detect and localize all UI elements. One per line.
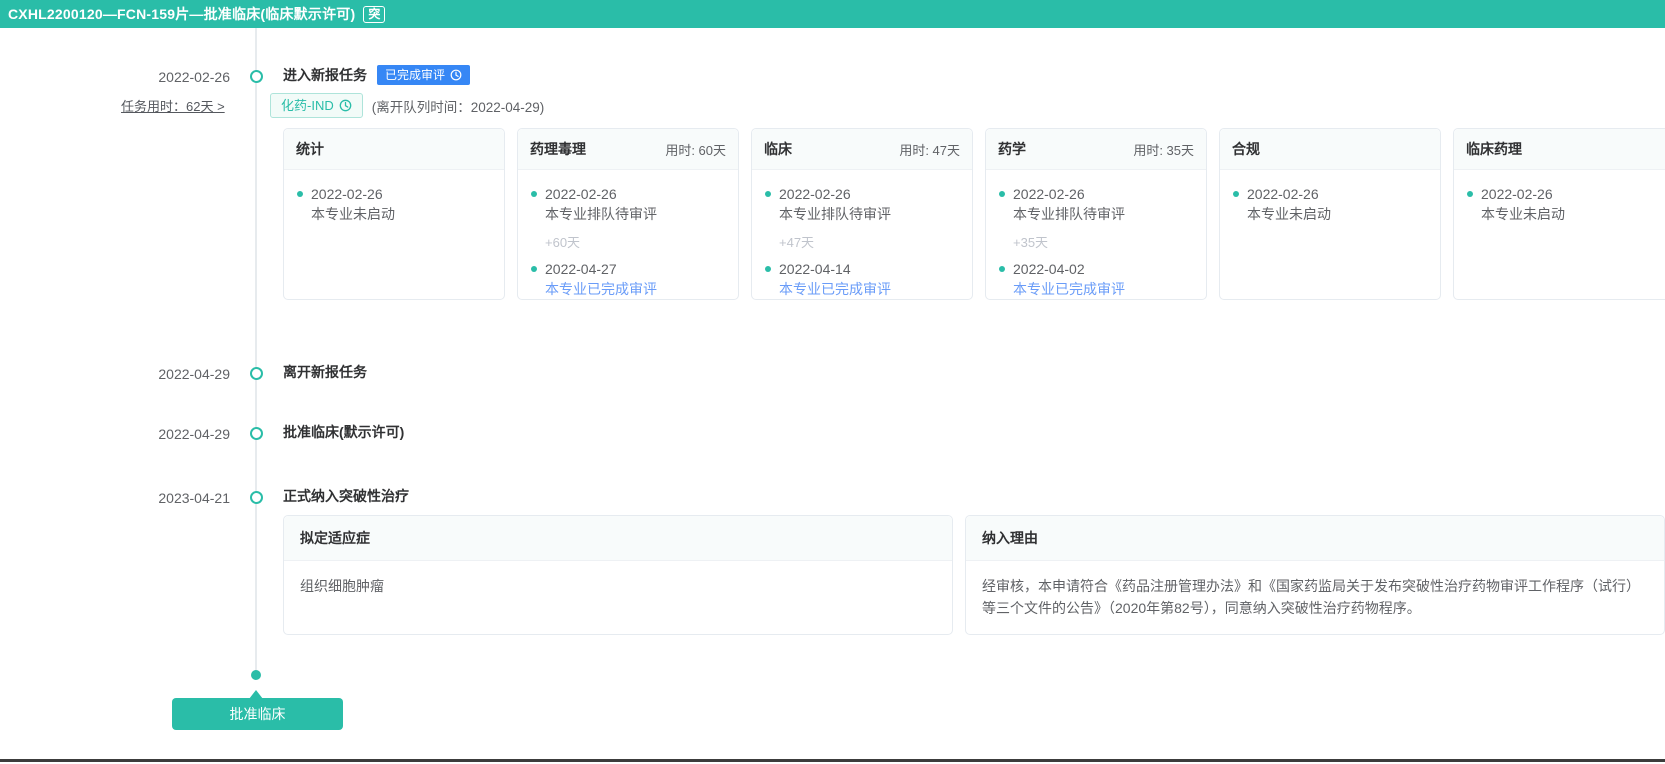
elapsed-days-label: +60天	[530, 232, 726, 251]
entry-status: 本专业未启动	[1481, 204, 1662, 224]
review-card-title: 临床药理	[1466, 139, 1522, 159]
page-bottom-divider	[0, 759, 1665, 762]
indication-card-title: 拟定适应症	[284, 516, 952, 561]
entry-status: 本专业未启动	[1247, 204, 1428, 224]
breakthrough-detail-row: 拟定适应症 组织细胞肿瘤 纳入理由 经审核，本申请符合《药品注册管理办法》和《国…	[283, 515, 1665, 635]
elapsed-days-label: +47天	[764, 232, 960, 251]
entry-date: 2022-02-26	[1247, 186, 1319, 202]
review-card-duration: 用时: 35天	[1133, 140, 1194, 159]
review-card-title: 药理毒理	[530, 139, 586, 159]
approve-clinical-button[interactable]: 批准临床	[172, 698, 343, 730]
bullet-dot-icon	[531, 266, 537, 272]
bullet-dot-icon	[999, 191, 1005, 197]
review-card-duration: 用时: 60天	[665, 140, 726, 159]
review-entry: 2022-04-02 本专业已完成审评	[998, 259, 1194, 299]
timeline-node	[250, 491, 263, 504]
task-duration-link[interactable]: 任务用时：62天 >	[121, 96, 225, 115]
entry-status-link[interactable]: 本专业已完成审评	[545, 279, 726, 299]
entry-status-link[interactable]: 本专业已完成审评	[1013, 279, 1194, 299]
bullet-dot-icon	[765, 266, 771, 272]
entry-status-link[interactable]: 本专业已完成审评	[779, 279, 960, 299]
event-date: 2022-04-29	[100, 365, 230, 383]
chem-ind-badge-label: 化药-IND	[281, 99, 334, 112]
timeline-end-dot	[251, 670, 261, 680]
review-card-title: 统计	[296, 139, 324, 159]
entry-date: 2022-04-02	[1013, 261, 1085, 277]
entry-status: 本专业未启动	[311, 204, 492, 224]
breakthrough-tag: 突	[363, 6, 385, 23]
indication-card-content: 组织细胞肿瘤	[284, 561, 952, 611]
inclusion-reason-card: 纳入理由 经审核，本申请符合《药品注册管理办法》和《国家药监局关于发布突破性治疗…	[965, 515, 1665, 635]
entry-date: 2022-02-26	[1481, 186, 1553, 202]
title-bar: CXHL2200120—FCN-159片—批准临床(临床默示许可) 突	[0, 0, 1665, 28]
bullet-dot-icon	[531, 191, 537, 197]
review-card-title: 合规	[1232, 139, 1260, 159]
review-card-clinical-pharmacology: 临床药理 2022-02-26 本专业未启动	[1453, 128, 1665, 300]
inclusion-reason-card-content: 经审核，本申请符合《药品注册管理办法》和《国家药监局关于发布突破性治疗药物审评工…	[966, 561, 1664, 633]
review-card-clinical: 临床 用时: 47天 2022-02-26 本专业排队待审评 +47天 2022…	[751, 128, 973, 300]
event-row-breakthrough-inclusion: 正式纳入突破性治疗	[283, 485, 409, 507]
timeline-node	[250, 70, 263, 83]
review-complete-badge-label: 已完成审评	[385, 69, 445, 81]
chem-ind-badge[interactable]: 化药-IND	[270, 93, 363, 118]
review-card-duration: 用时: 47天	[899, 140, 960, 159]
bullet-dot-icon	[765, 191, 771, 197]
review-entry: 2022-02-26 本专业未启动	[1232, 184, 1428, 224]
bullet-dot-icon	[999, 266, 1005, 272]
clock-icon	[450, 69, 462, 81]
entry-date: 2022-04-27	[545, 261, 617, 277]
entry-status: 本专业排队待审评	[779, 204, 960, 224]
timeline-node	[250, 427, 263, 440]
entry-date: 2022-02-26	[545, 186, 617, 202]
task-type-row: 化药-IND (离开队列时间：2022-04-29)	[270, 93, 544, 118]
review-entry: 2022-04-14 本专业已完成审评	[764, 259, 960, 299]
entry-date: 2022-02-26	[779, 186, 851, 202]
bullet-dot-icon	[1467, 191, 1473, 197]
review-entry: 2022-02-26 本专业未启动	[1466, 184, 1662, 224]
event-title: 正式纳入突破性治疗	[283, 486, 409, 506]
inclusion-reason-card-title: 纳入理由	[966, 516, 1664, 561]
event-date: 2022-04-29	[100, 425, 230, 443]
review-card-title: 药学	[998, 139, 1026, 159]
entry-date: 2022-02-26	[311, 186, 383, 202]
entry-status: 本专业排队待审评	[1013, 204, 1194, 224]
event-date: 2022-02-26	[100, 68, 230, 86]
bullet-dot-icon	[1233, 191, 1239, 197]
review-complete-badge[interactable]: 已完成审评	[377, 65, 470, 85]
queue-leave-time-note: (离开队列时间：2022-04-29)	[372, 96, 545, 116]
event-title: 进入新报任务	[283, 65, 367, 85]
review-entry: 2022-04-27 本专业已完成审评	[530, 259, 726, 299]
event-row-enter-new-task: 进入新报任务 已完成审评	[283, 64, 470, 86]
elapsed-days-label: +35天	[998, 232, 1194, 251]
bullet-dot-icon	[297, 191, 303, 197]
review-card-compliance: 合规 2022-02-26 本专业未启动	[1219, 128, 1441, 300]
page-title: CXHL2200120—FCN-159片—批准临床(临床默示许可)	[8, 4, 355, 24]
review-card-statistics: 统计 2022-02-26 本专业未启动	[283, 128, 505, 300]
review-card-pharmtox: 药理毒理 用时: 60天 2022-02-26 本专业排队待审评 +60天 20…	[517, 128, 739, 300]
review-card-pharmacy: 药学 用时: 35天 2022-02-26 本专业排队待审评 +35天 2022…	[985, 128, 1207, 300]
timeline-node	[250, 367, 263, 380]
drug-approval-timeline-page: CXHL2200120—FCN-159片—批准临床(临床默示许可) 突 2022…	[0, 0, 1665, 764]
event-date: 2023-04-21	[100, 489, 230, 507]
review-cards-row: 统计 2022-02-26 本专业未启动 药理毒理 用时: 60天 2022-0…	[283, 128, 1665, 300]
event-row-clinical-approved: 批准临床(默示许可)	[283, 421, 404, 443]
clock-icon	[339, 99, 352, 112]
event-title: 离开新报任务	[283, 362, 367, 382]
event-title: 批准临床(默示许可)	[283, 422, 404, 442]
review-entry: 2022-02-26 本专业排队待审评	[998, 184, 1194, 224]
review-entry: 2022-02-26 本专业未启动	[296, 184, 492, 224]
indication-card: 拟定适应症 组织细胞肿瘤	[283, 515, 953, 635]
entry-status: 本专业排队待审评	[545, 204, 726, 224]
review-entry: 2022-02-26 本专业排队待审评	[530, 184, 726, 224]
entry-date: 2022-02-26	[1013, 186, 1085, 202]
entry-date: 2022-04-14	[779, 261, 851, 277]
event-row-leave-new-task: 离开新报任务	[283, 361, 367, 383]
review-card-title: 临床	[764, 139, 792, 159]
timeline-line	[255, 28, 257, 670]
review-entry: 2022-02-26 本专业排队待审评	[764, 184, 960, 224]
